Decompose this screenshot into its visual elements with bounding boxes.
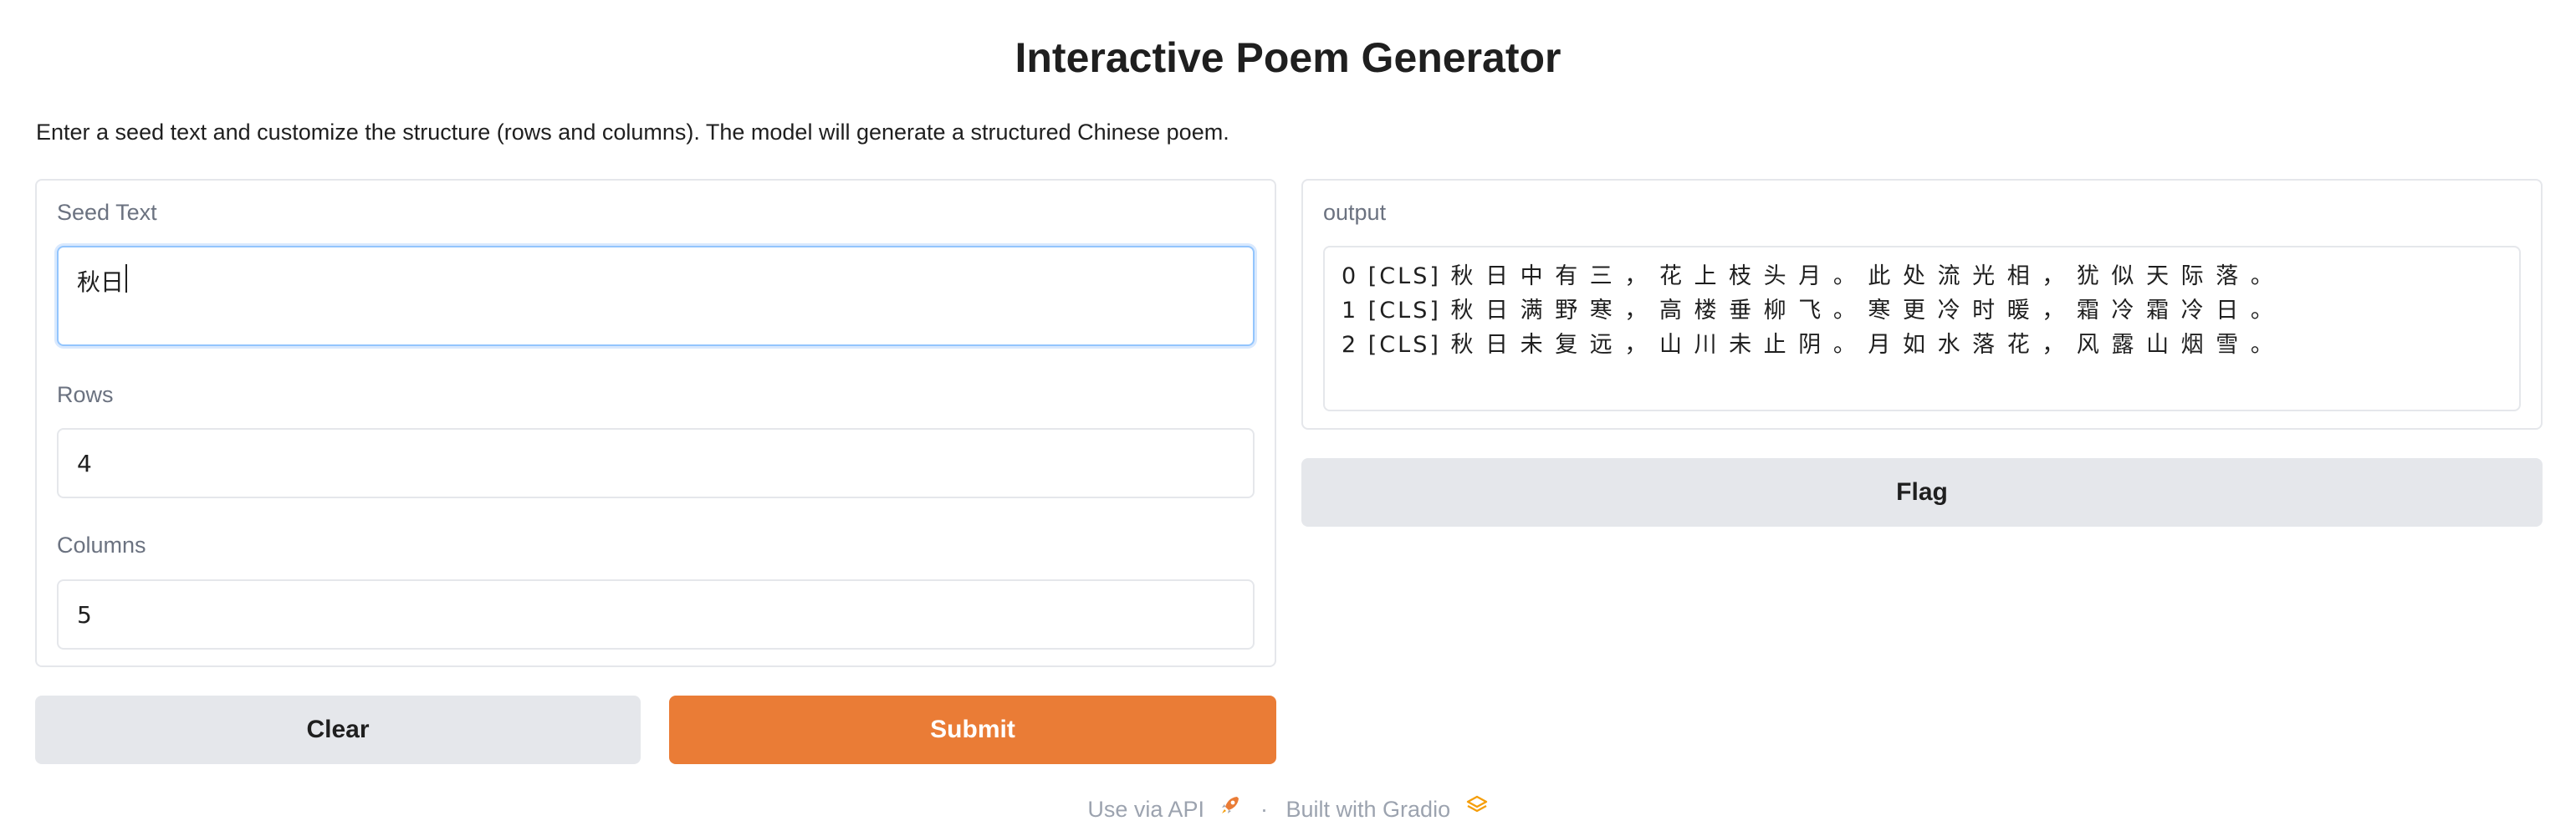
use-via-api-link[interactable]: Use via API	[1087, 797, 1204, 822]
clear-button[interactable]: Clear	[35, 696, 641, 764]
columns-label: Columns	[57, 533, 146, 558]
rows-value: 4	[77, 449, 92, 477]
flag-button[interactable]: Flag	[1301, 458, 2543, 527]
seed-text-label: Seed Text	[57, 200, 157, 225]
built-with-gradio-link[interactable]: Built with Gradio	[1286, 797, 1451, 822]
input-panel: Seed Text 秋日 Rows 4 Columns 5	[35, 179, 1276, 667]
output-line: 1 [CLS] 秋 日 满 野 寒 ， 高 楼 垂 柳 飞 。 寒 更 冷 时 …	[1342, 298, 2276, 324]
rows-input[interactable]: 4	[57, 428, 1255, 498]
output-line: 0 [CLS] 秋 日 中 有 三 ， 花 上 枝 头 月 。 此 处 流 光 …	[1342, 263, 2276, 289]
output-textbox[interactable]: 0 [CLS] 秋 日 中 有 三 ， 花 上 枝 头 月 。 此 处 流 光 …	[1323, 246, 2521, 411]
text-cursor	[125, 264, 128, 293]
output-line: 2 [CLS] 秋 日 未 复 远 ， 山 川 未 止 阴 。 月 如 水 落 …	[1342, 332, 2276, 358]
columns-input[interactable]: 5	[57, 579, 1255, 650]
seed-text-value: 秋日	[77, 268, 125, 296]
page-description: Enter a seed text and customize the stru…	[36, 120, 1229, 145]
page: Interactive Poem Generator Enter a seed …	[0, 0, 2576, 826]
columns-value: 5	[77, 600, 92, 629]
footer: Use via API · Built with Gradio	[0, 791, 2576, 826]
footer-separator: ·	[1260, 796, 1268, 822]
submit-button[interactable]: Submit	[669, 696, 1276, 764]
rows-label: Rows	[57, 382, 114, 407]
output-panel: output 0 [CLS] 秋 日 中 有 三 ， 花 上 枝 头 月 。 此…	[1301, 179, 2543, 430]
output-label: output	[1323, 200, 1387, 225]
rocket-icon	[1219, 793, 1242, 826]
gradio-logo-icon	[1465, 793, 1489, 826]
page-title: Interactive Poem Generator	[1015, 34, 1561, 81]
seed-text-input[interactable]: 秋日	[57, 246, 1255, 346]
